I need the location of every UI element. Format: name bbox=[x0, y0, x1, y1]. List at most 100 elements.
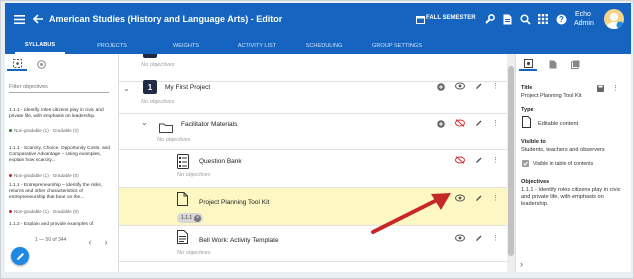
filter-objectives-input[interactable] bbox=[9, 81, 109, 93]
page-title: American Studies (History and Language A… bbox=[49, 14, 283, 24]
menu-icon[interactable] bbox=[13, 13, 25, 25]
edit-icon[interactable] bbox=[475, 234, 483, 244]
add-icon[interactable] bbox=[437, 83, 445, 93]
objectives-panel: 1.1.1 - Identify roles citizens play in … bbox=[5, 54, 119, 272]
semester-label[interactable]: FALL SEMESTER bbox=[426, 15, 476, 21]
objectives-tab-icon[interactable] bbox=[7, 57, 27, 71]
page-document-icon bbox=[177, 192, 188, 211]
tab-activity-list[interactable]: ACTIVITY LIST bbox=[227, 38, 287, 54]
project-title[interactable]: My First Project bbox=[165, 84, 210, 91]
objective-meta-text: Non-gradable (1) · Gradable (0) bbox=[14, 209, 79, 214]
title-value: Project Planning Tool Kit bbox=[521, 93, 582, 99]
next-page-icon[interactable]: › bbox=[101, 237, 111, 247]
status-dot bbox=[9, 129, 12, 133]
more-vert-icon[interactable]: ⋮ bbox=[492, 156, 499, 164]
no-objectives-label: No objectives bbox=[141, 62, 175, 68]
app-window: American Studies (History and Language A… bbox=[0, 0, 634, 279]
objective-meta-text: Non-gradable (1) · Gradable (2) bbox=[14, 128, 79, 133]
more-vert-icon[interactable]: ⋮ bbox=[492, 119, 499, 127]
tab-bar: SYLLABUS PROJECTS WEIGHTS ACTIVITY LIST … bbox=[5, 38, 631, 54]
syllabus-tree: No objectives ⌄ 1 My First Project No ob… bbox=[119, 54, 513, 272]
objective-item[interactable]: 1.1.1 - Identify roles citizens play in … bbox=[9, 108, 115, 120]
tab-syllabus[interactable]: SYLLABUS bbox=[15, 38, 65, 54]
edit-icon[interactable] bbox=[475, 156, 483, 166]
no-objectives-label: No objectives bbox=[177, 250, 211, 256]
folder-title[interactable]: Facilitator Materials bbox=[181, 121, 237, 128]
tab-group-settings[interactable]: GROUP SETTINGS bbox=[365, 38, 429, 54]
user-name[interactable]: Echo bbox=[575, 11, 591, 18]
question-bank-row[interactable]: Question Bank No objectives ⋮ bbox=[119, 150, 513, 188]
objective-meta: Non-gradable (1) · Gradable (0) bbox=[9, 173, 79, 178]
objective-item[interactable]: 1.1.1 - Scarcity, Choice, Opportunity Co… bbox=[9, 146, 115, 164]
top-bar: American Studies (History and Language A… bbox=[5, 3, 631, 38]
type-value: Editable content bbox=[538, 121, 579, 127]
item-title[interactable]: Question Bank bbox=[199, 158, 242, 165]
visibility-icon[interactable] bbox=[455, 82, 465, 92]
question-bank-icon bbox=[177, 154, 189, 174]
chevron-down-icon[interactable]: ⌄ bbox=[123, 84, 130, 93]
expand-panel-icon[interactable]: › bbox=[520, 259, 523, 269]
project-row[interactable]: ⌄ 1 My First Project No objectives ⋮ bbox=[119, 80, 513, 114]
folder-row[interactable]: ⌄ Facilitator Materials No objectives ⋮ bbox=[119, 114, 513, 150]
item-title[interactable]: Project Planning Tool Kit bbox=[199, 199, 269, 206]
scrollbar-thumb[interactable] bbox=[508, 66, 514, 256]
objective-item[interactable]: 1.1.1 - Entrepreneurship – Identify the … bbox=[9, 183, 115, 201]
add-icon[interactable] bbox=[437, 120, 445, 130]
document-icon[interactable] bbox=[501, 13, 513, 25]
visibility-off-icon[interactable] bbox=[455, 119, 465, 129]
annotation-arrow bbox=[371, 193, 451, 234]
svg-text:?: ? bbox=[559, 15, 564, 24]
prev-page-icon[interactable]: ‹ bbox=[85, 237, 95, 247]
no-objectives-label: No objectives bbox=[141, 99, 175, 105]
status-dot bbox=[9, 210, 12, 214]
no-objectives-label: No objectives bbox=[177, 172, 211, 178]
tree-row-top: No objectives bbox=[119, 54, 513, 82]
project-number-badge: 1 bbox=[143, 80, 157, 94]
template-document-icon bbox=[177, 230, 188, 249]
avatar[interactable] bbox=[604, 9, 624, 29]
edit-icon[interactable] bbox=[475, 82, 483, 92]
calendar-icon[interactable] bbox=[415, 14, 425, 24]
back-arrow-icon[interactable] bbox=[32, 13, 44, 25]
objective-meta: Non-gradable (1) · Gradable (0) bbox=[9, 209, 79, 214]
item-title[interactable]: Bell Work: Activity Template bbox=[199, 237, 279, 244]
more-vert-icon[interactable]: ⋮ bbox=[492, 82, 499, 90]
visible-to-label: Visible to bbox=[521, 139, 546, 145]
file-tab-icon[interactable] bbox=[546, 57, 560, 71]
tab-scheduling[interactable]: SCHEDULING bbox=[299, 38, 349, 54]
visible-to-value: Students, teachers and observers bbox=[521, 147, 605, 153]
standards-tab-icon[interactable] bbox=[31, 57, 51, 71]
center-scrollbar[interactable] bbox=[507, 54, 515, 272]
visible-checkbox-label: Visible in table of contents bbox=[533, 161, 594, 167]
help-icon[interactable]: ? bbox=[555, 13, 567, 25]
project-block-icon bbox=[143, 54, 157, 58]
edit-fab-icon[interactable] bbox=[11, 247, 29, 265]
visible-checkbox[interactable] bbox=[522, 160, 529, 167]
chevron-down-icon[interactable]: ⌄ bbox=[141, 118, 148, 127]
wrench-icon[interactable] bbox=[483, 13, 495, 25]
more-vert-icon[interactable]: ⋮ bbox=[492, 194, 499, 202]
edit-icon[interactable] bbox=[475, 119, 483, 129]
tab-projects[interactable]: PROJECTS bbox=[87, 38, 137, 54]
more-vert-icon[interactable]: ⋮ bbox=[612, 84, 619, 92]
folder-icon bbox=[159, 120, 173, 138]
tab-weights[interactable]: WEIGHTS bbox=[161, 38, 211, 54]
properties-panel: Title Project Planning Tool Kit ⋮ Type E… bbox=[515, 54, 631, 272]
save-icon[interactable] bbox=[596, 84, 604, 92]
no-objectives-label: No objectives bbox=[157, 137, 191, 143]
visibility-off-icon[interactable] bbox=[455, 156, 465, 166]
apps-grid-icon[interactable] bbox=[537, 13, 549, 25]
properties-tab-icon[interactable] bbox=[519, 57, 537, 71]
chip-remove-icon[interactable]: × bbox=[194, 214, 202, 222]
objective-chip[interactable]: 1.1.1 × bbox=[177, 213, 204, 223]
more-vert-icon[interactable]: ⋮ bbox=[492, 234, 499, 242]
search-icon[interactable] bbox=[519, 13, 531, 25]
edit-icon[interactable] bbox=[475, 194, 483, 204]
objective-item[interactable]: 1.1.2 - Explain and provide examples of bbox=[9, 222, 115, 228]
objective-meta: Non-gradable (1) · Gradable (2) bbox=[9, 128, 79, 133]
objectives-label: Objectives bbox=[521, 179, 550, 185]
status-dot bbox=[9, 174, 12, 178]
pagination-label: 1 — 50 of 344 bbox=[35, 237, 67, 243]
gallery-tab-icon[interactable] bbox=[568, 57, 582, 71]
user-role[interactable]: Admin bbox=[574, 20, 594, 27]
